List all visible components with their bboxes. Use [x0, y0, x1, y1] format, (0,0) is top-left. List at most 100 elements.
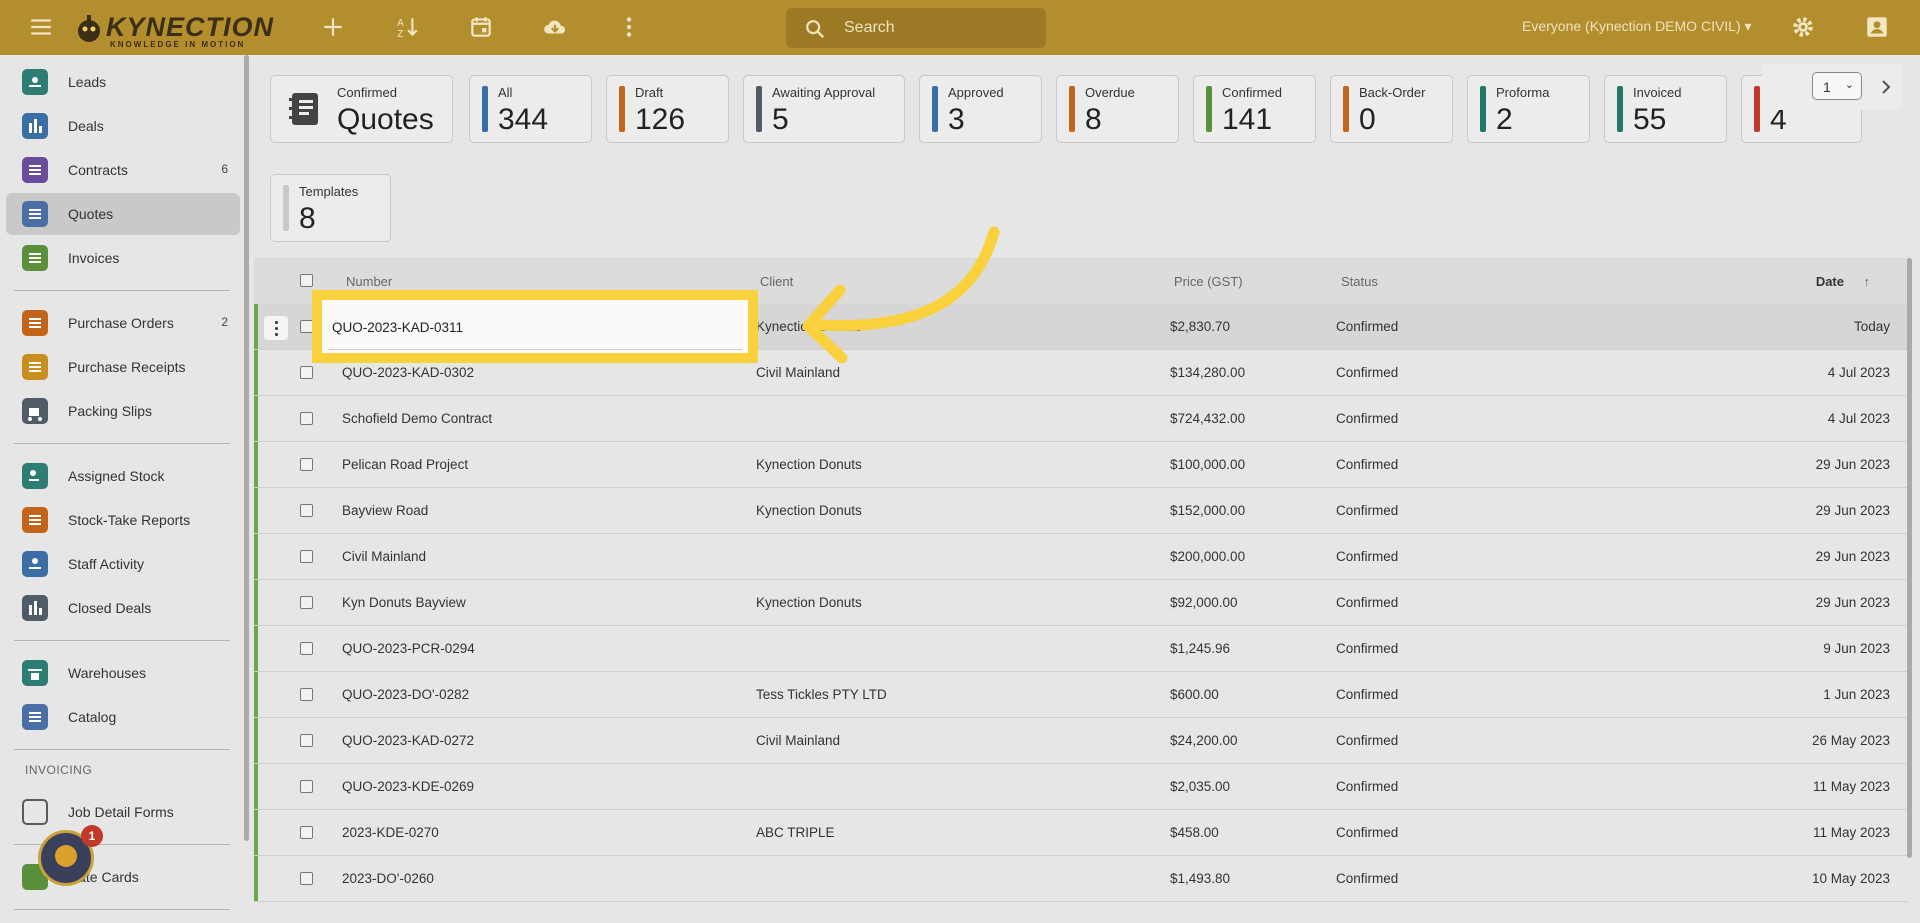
sidebar-scrollbar[interactable]: [244, 55, 249, 841]
status-stripe: [254, 350, 258, 395]
sidebar-item-packing-slips[interactable]: Packing Slips: [6, 390, 240, 432]
card-value: 0: [1359, 103, 1376, 136]
assigned-person-icon: [22, 463, 48, 489]
row-checkbox[interactable]: [300, 734, 313, 747]
calendar-icon[interactable]: [468, 14, 494, 40]
row-checkbox[interactable]: [300, 412, 313, 425]
table-row[interactable]: QUO-2023-KAD-0272 Civil Mainland $24,200.0…: [254, 718, 1908, 764]
summary-card-proforma[interactable]: Proforma 2: [1467, 75, 1590, 143]
row-checkbox[interactable]: [300, 550, 313, 563]
page-select[interactable]: 1 ⌄: [1812, 72, 1862, 100]
sidebar-item-contracts[interactable]: Contracts 6: [6, 149, 240, 191]
cell-number[interactable]: QUO-2023-KAD-0272: [342, 733, 474, 748]
sidebar-item-purchase-receipts[interactable]: Purchase Receipts: [6, 346, 240, 388]
summary-card-draft[interactable]: Draft 126: [606, 75, 729, 143]
menu-icon[interactable]: [28, 14, 54, 40]
table-row[interactable]: Schofield Demo Contract $724,432.00 Confir…: [254, 396, 1908, 442]
sidebar-item-stock-take-reports[interactable]: Stock-Take Reports: [6, 499, 240, 541]
sidebar-item-closed-deals[interactable]: Closed Deals: [6, 587, 240, 629]
cell-number[interactable]: Pelican Road Project: [342, 457, 468, 472]
search-placeholder: Search: [844, 19, 895, 36]
table-row[interactable]: Bayview Road Kynection Donuts $152,000.00 C…: [254, 488, 1908, 534]
sidebar-item-label: Deals: [68, 118, 104, 134]
sidebar-item-quotes[interactable]: Quotes: [6, 193, 240, 235]
sidebar-item-leads[interactable]: Leads: [6, 61, 240, 103]
summary-card-all[interactable]: All 344: [469, 75, 592, 143]
sidebar-item-label: Catalog: [68, 709, 117, 725]
cell-number[interactable]: Civil Mainland: [342, 549, 426, 564]
chevron-down-icon: ⌄: [1844, 79, 1854, 91]
cell-status: Confirmed: [1336, 365, 1399, 380]
table-row[interactable]: 2023-DO'-0260 $1,493.80 Confirmed 10 May 20…: [254, 856, 1908, 902]
row-checkbox[interactable]: [300, 780, 313, 793]
sidebar-item-warehouses[interactable]: Warehouses: [6, 652, 240, 694]
cell-number[interactable]: Schofield Demo Contract: [342, 411, 492, 426]
summary-card-back-order[interactable]: Back-Order 0: [1330, 75, 1453, 143]
cell-number[interactable]: QUO-2023-KDE-0269: [342, 779, 474, 794]
sidebar-item-job-detail-forms[interactable]: Job Detail Forms: [6, 791, 240, 833]
column-header-status[interactable]: Status: [1341, 274, 1378, 289]
chevron-right-icon[interactable]: [1878, 78, 1894, 96]
summary-card-approved[interactable]: Approved 3: [919, 75, 1042, 143]
assistant-bot-button[interactable]: 1: [38, 825, 103, 886]
summary-card-confirmed[interactable]: Confirmed 141: [1193, 75, 1316, 143]
table-row[interactable]: QUO-2023-KDE-0269 $2,035.00 Confirmed 11 Ma…: [254, 764, 1908, 810]
column-header-price[interactable]: Price (GST): [1174, 274, 1243, 289]
row-checkbox[interactable]: [300, 458, 313, 471]
select-all-checkbox[interactable]: [300, 274, 313, 287]
summary-card-overdue[interactable]: Overdue 8: [1056, 75, 1179, 143]
cell-price: $200,000.00: [1170, 549, 1246, 564]
sort-icon[interactable]: AZ: [394, 14, 420, 40]
sidebar-item-purchase-orders[interactable]: Purchase Orders 2: [6, 302, 240, 344]
cell-status: Confirmed: [1336, 411, 1399, 426]
sidebar-item-assigned-stock[interactable]: Assigned Stock: [6, 455, 240, 497]
cell-number[interactable]: QUO-2023-KAD-0302: [342, 365, 474, 380]
bar-chart-icon: [22, 595, 48, 621]
card-label: Draft: [635, 85, 664, 100]
cell-date: 4 Jul 2023: [1827, 365, 1890, 380]
row-checkbox[interactable]: [300, 504, 313, 517]
add-icon[interactable]: [320, 14, 346, 40]
cell-number[interactable]: QUO-2023-DO'-0282: [342, 687, 469, 702]
sidebar-item-invoices[interactable]: Invoices: [6, 237, 240, 279]
summary-card-awaiting-approval[interactable]: Awaiting Approval 5: [743, 75, 905, 143]
cell-number[interactable]: QUO-2023-PCR-0294: [342, 641, 475, 656]
row-actions-icon[interactable]: [264, 316, 288, 340]
sort-ascending-icon[interactable]: ↑: [1864, 274, 1871, 289]
cell-number[interactable]: 2023-DO'-0260: [342, 871, 434, 886]
row-checkbox[interactable]: [300, 826, 313, 839]
table-row[interactable]: QUO-2023-DO'-0282 Tess Tickles PTY LTD $60…: [254, 672, 1908, 718]
card-label: Awaiting Approval: [772, 85, 876, 100]
column-header-client[interactable]: Client: [760, 274, 793, 289]
sidebar-item-deals[interactable]: Deals: [6, 105, 240, 147]
table-row[interactable]: Civil Mainland $200,000.00 Confirmed 29 Jun…: [254, 534, 1908, 580]
status-color-bar: [756, 86, 762, 132]
row-checkbox[interactable]: [300, 688, 313, 701]
sidebar-item-catalog[interactable]: Catalog: [6, 696, 240, 738]
table-row[interactable]: Kyn Donuts Bayview Kynection Donuts $92,00…: [254, 580, 1908, 626]
search-input[interactable]: Search: [786, 8, 1046, 48]
sidebar-item-staff-activity[interactable]: Staff Activity: [6, 543, 240, 585]
column-header-date[interactable]: Date: [1816, 274, 1844, 289]
summary-card-templates[interactable]: Templates 8: [270, 174, 391, 242]
highlighted-quote-number[interactable]: QUO-2023-KAD-0311: [332, 320, 463, 335]
more-vert-icon[interactable]: [616, 14, 642, 40]
table-row[interactable]: Pelican Road Project Kynection Donuts $100…: [254, 442, 1908, 488]
gear-icon[interactable]: [1790, 14, 1816, 40]
row-checkbox[interactable]: [300, 596, 313, 609]
row-checkbox[interactable]: [300, 366, 313, 379]
workspace-selector[interactable]: Everyone (Kynection DEMO CIVIL) ▾: [1522, 18, 1752, 35]
cell-number[interactable]: Kyn Donuts Bayview: [342, 595, 466, 610]
cell-number[interactable]: Bayview Road: [342, 503, 428, 518]
row-checkbox[interactable]: [300, 642, 313, 655]
account-icon[interactable]: [1864, 14, 1890, 40]
table-row[interactable]: 2023-KDE-0270 ABC TRIPLE $458.00 Confirmed 1…: [254, 810, 1908, 856]
card-label: Approved: [948, 85, 1004, 100]
table-scrollbar[interactable]: [1907, 258, 1912, 858]
cell-number[interactable]: 2023-KDE-0270: [342, 825, 439, 840]
row-checkbox[interactable]: [300, 872, 313, 885]
column-header-number[interactable]: Number: [346, 274, 392, 289]
summary-card-invoiced[interactable]: Invoiced 55: [1604, 75, 1727, 143]
cloud-download-icon[interactable]: [542, 14, 568, 40]
table-row[interactable]: QUO-2023-PCR-0294 $1,245.96 Confirmed 9 Jun…: [254, 626, 1908, 672]
